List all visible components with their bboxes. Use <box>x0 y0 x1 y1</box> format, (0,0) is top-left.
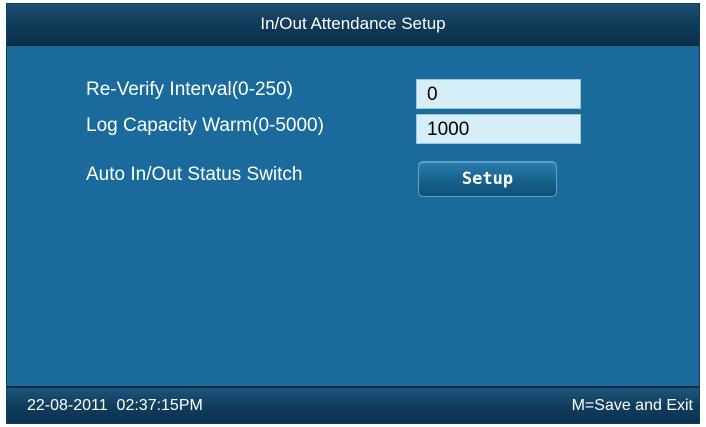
reverify-interval-field[interactable]: 0 <box>416 79 581 109</box>
auto-status-switch-label: Auto In/Out Status Switch <box>86 164 303 185</box>
log-capacity-warn-field[interactable]: 1000 <box>416 114 581 144</box>
title-bar: In/Out Attendance Setup <box>7 4 699 46</box>
settings-panel: Re-Verify Interval(0-250) 0 Log Capacity… <box>7 46 699 388</box>
setup-button[interactable]: Setup <box>418 161 557 197</box>
page-title: In/Out Attendance Setup <box>260 14 446 33</box>
reverify-interval-label: Re-Verify Interval(0-250) <box>86 79 293 100</box>
log-capacity-warn-label: Log Capacity Warm(0-5000) <box>86 115 324 136</box>
device-screen: In/Out Attendance Setup Re-Verify Interv… <box>6 3 700 424</box>
datetime-display: 22-08-2011 02:37:15PM <box>27 397 203 414</box>
status-bar: 22-08-2011 02:37:15PM M=Save and Exit <box>7 386 699 423</box>
save-exit-hint: M=Save and Exit <box>571 397 693 414</box>
